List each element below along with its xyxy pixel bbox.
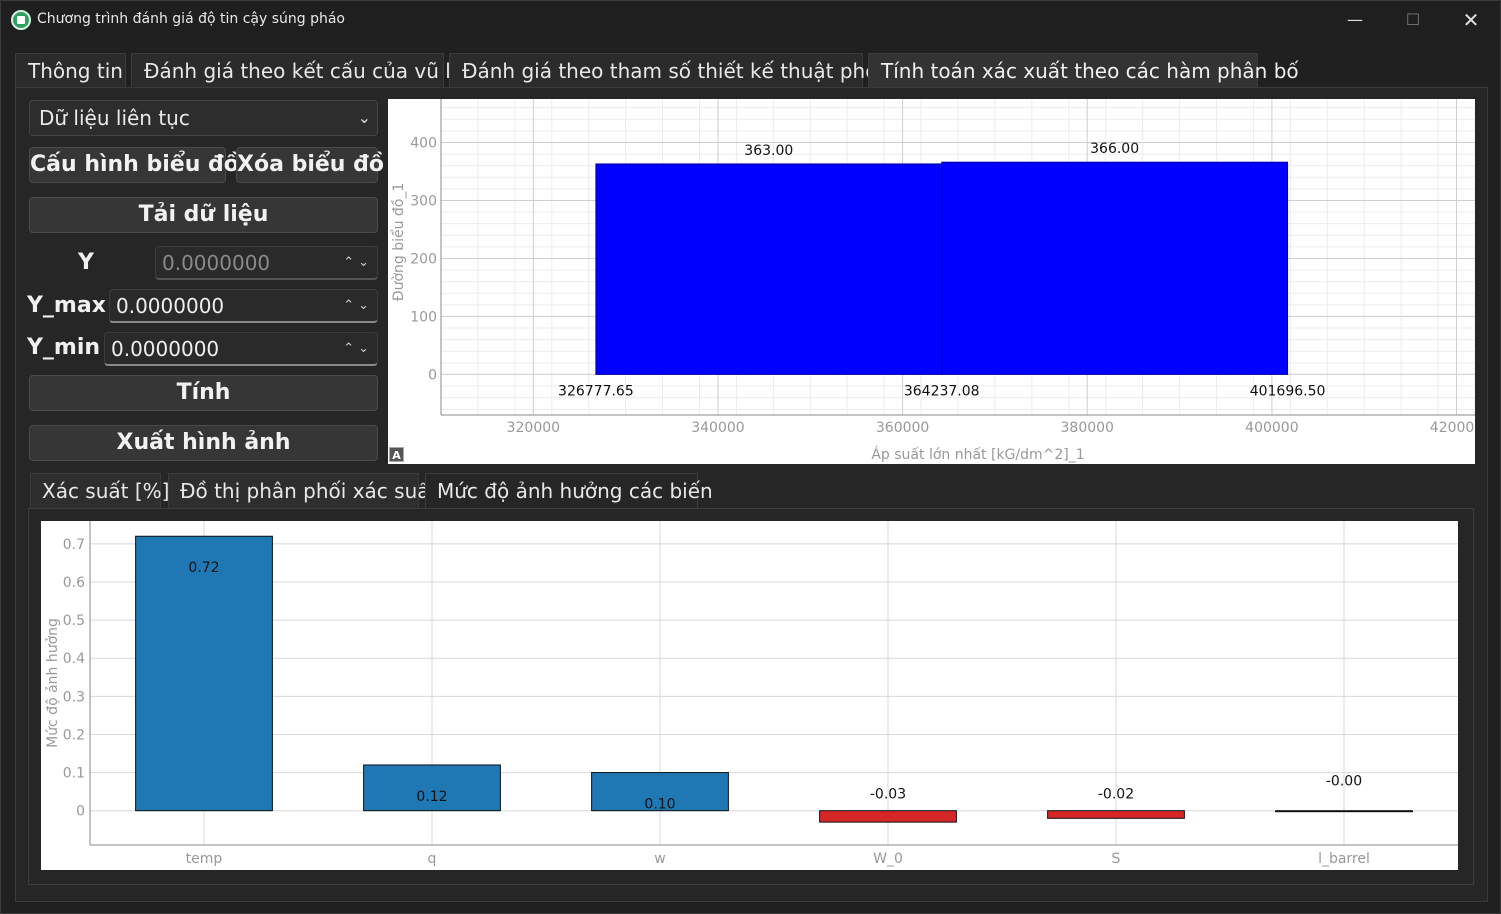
x-tick-label: w xyxy=(654,851,665,867)
influence-bar xyxy=(1275,810,1413,813)
tab-thong-tin[interactable]: Thông tin xyxy=(15,53,126,87)
histogram-bar xyxy=(595,163,943,375)
x-axis-title: Áp suất lớn nhất [kG/dm^2]_1 xyxy=(871,446,1084,463)
bar-value-label: 366.00 xyxy=(1090,141,1139,157)
y-tick-label: 0.1 xyxy=(63,766,85,782)
ymin-label: Y_min xyxy=(27,335,101,360)
chevron-down-icon: ⌄ xyxy=(357,108,371,127)
bar-value-label: 0.10 xyxy=(644,797,675,813)
autoscale-icon[interactable]: A xyxy=(389,447,404,462)
bin-edge-label: 401696.50 xyxy=(1250,383,1326,399)
y-tick-label: 0 xyxy=(428,367,437,383)
config-chart-button[interactable]: Cấu hình biểu đồ xyxy=(29,147,239,183)
tab-tham-so[interactable]: Đánh giá theo tham số thiết kế thuật phó… xyxy=(449,53,903,87)
bar-value-label: -0.00 xyxy=(1326,774,1362,790)
ymax-spinbox[interactable]: 0.0000000 ⌃⌄ xyxy=(109,289,378,323)
y-tick-label: 0.2 xyxy=(63,727,85,743)
spin-arrows-icon[interactable]: ⌃⌄ xyxy=(343,333,373,365)
title-bar: Chương trình đánh giá độ tin cậy súng ph… xyxy=(1,1,1500,39)
y-spinbox[interactable]: 0.0000000 ⌃⌄ xyxy=(155,246,378,280)
data-type-select[interactable]: Dữ liệu liên tục ⌄ xyxy=(29,100,378,136)
histogram-bar xyxy=(941,161,1289,375)
tab-muc-do-anh-huong[interactable]: Mức độ ảnh hưởng các biến xyxy=(425,473,713,508)
clear-chart-button[interactable]: Xóa biểu đồ xyxy=(236,147,384,183)
x-tick-label: S xyxy=(1112,851,1121,867)
x-tick-label: 320000 xyxy=(507,420,560,436)
y-axis-title: Mức độ ảnh hưởng xyxy=(45,618,61,748)
tab-xac-suat[interactable]: Xác suất [%] xyxy=(30,473,169,508)
x-tick-label: 360000 xyxy=(876,420,929,436)
tab-do-thi-phan-phoi[interactable]: Đồ thị phân phối xác suất xyxy=(168,473,437,508)
x-tick-label: q xyxy=(428,851,437,867)
influence-chart: 0.72 temp 0.12 q 0.10 w -0.03 W_0 -0.02 S -0.00 l_b… xyxy=(41,521,1458,870)
calc-button[interactable]: Tính xyxy=(29,375,378,411)
x-tick-label: temp xyxy=(186,851,223,867)
bar-value-label: 0.72 xyxy=(188,560,219,576)
influence-svg: 0.72temp0.12q0.10w-0.03W_0-0.02S-0.00l_b… xyxy=(45,521,1458,867)
maximize-button[interactable]: ☐ xyxy=(1384,1,1442,39)
x-tick-label: 340000 xyxy=(691,420,744,436)
y-tick-label: 0.6 xyxy=(63,575,85,591)
y-tick-label: 0 xyxy=(76,804,85,820)
close-button[interactable]: ✕ xyxy=(1442,1,1500,39)
ymax-label: Y_max xyxy=(27,293,106,318)
data-type-select-value: Dữ liệu liên tục xyxy=(39,106,190,130)
ymin-spinbox[interactable]: 0.0000000 ⌃⌄ xyxy=(104,332,378,366)
spin-arrows-icon[interactable]: ⌃⌄ xyxy=(343,290,373,322)
x-tick-label: l_barrel xyxy=(1318,851,1370,867)
y-tick-label: 0.3 xyxy=(63,689,85,705)
influence-bar xyxy=(1047,810,1185,819)
influence-bar xyxy=(135,535,273,812)
y-tick-label: 0.7 xyxy=(63,537,85,553)
y-label: Y xyxy=(78,250,94,275)
window-title: Chương trình đánh giá độ tin cậy súng ph… xyxy=(37,11,345,27)
y-tick-label: 400 xyxy=(410,135,437,151)
y-tick-label: 0.4 xyxy=(63,651,85,667)
y-tick-label: 100 xyxy=(410,309,437,325)
y-tick-label: 300 xyxy=(410,193,437,209)
bin-edge-label: 364237.08 xyxy=(904,383,980,399)
y-tick-label: 0.5 xyxy=(63,613,85,629)
y-value: 0.0000000 xyxy=(162,251,271,275)
load-data-button[interactable]: Tải dữ liệu xyxy=(29,197,378,233)
ymin-value: 0.0000000 xyxy=(111,337,220,361)
spin-arrows-icon[interactable]: ⌃⌄ xyxy=(343,247,373,279)
bin-edge-label: 326777.65 xyxy=(558,383,634,399)
x-tick-label: W_0 xyxy=(873,851,903,867)
app-window: Chương trình đánh giá độ tin cậy súng ph… xyxy=(0,0,1501,914)
y-tick-label: 200 xyxy=(410,251,437,267)
influence-bar xyxy=(819,810,957,823)
bar-value-label: 0.12 xyxy=(416,789,447,805)
histogram-chart: 363.00 366.00 326777.65 364237.08 401696.50 3… xyxy=(388,99,1483,464)
export-image-button[interactable]: Xuất hình ảnh xyxy=(29,425,378,461)
tab-ket-cau[interactable]: Đánh giá theo kết cấu của vũ khí xyxy=(131,53,475,87)
app-logo-icon xyxy=(11,10,31,30)
bar-value-label: -0.02 xyxy=(1098,787,1134,803)
bar-value-label: 363.00 xyxy=(744,143,793,159)
histogram-svg: 363.00 366.00 326777.65 364237.08 401696.50 3… xyxy=(390,99,1483,463)
x-tick-label: 400000 xyxy=(1245,420,1298,436)
minimize-button[interactable]: — xyxy=(1326,1,1384,39)
ymax-value: 0.0000000 xyxy=(116,294,225,318)
x-tick-label: 380000 xyxy=(1061,420,1114,436)
x-tick-label: 420000 xyxy=(1430,420,1475,436)
tab-xac-xuat[interactable]: Tính toán xác xuất theo các hàm phân bố xyxy=(868,53,1299,87)
bar-value-label: -0.03 xyxy=(870,787,906,803)
y-axis-title: Đường biểu đồ_1 xyxy=(390,183,407,302)
